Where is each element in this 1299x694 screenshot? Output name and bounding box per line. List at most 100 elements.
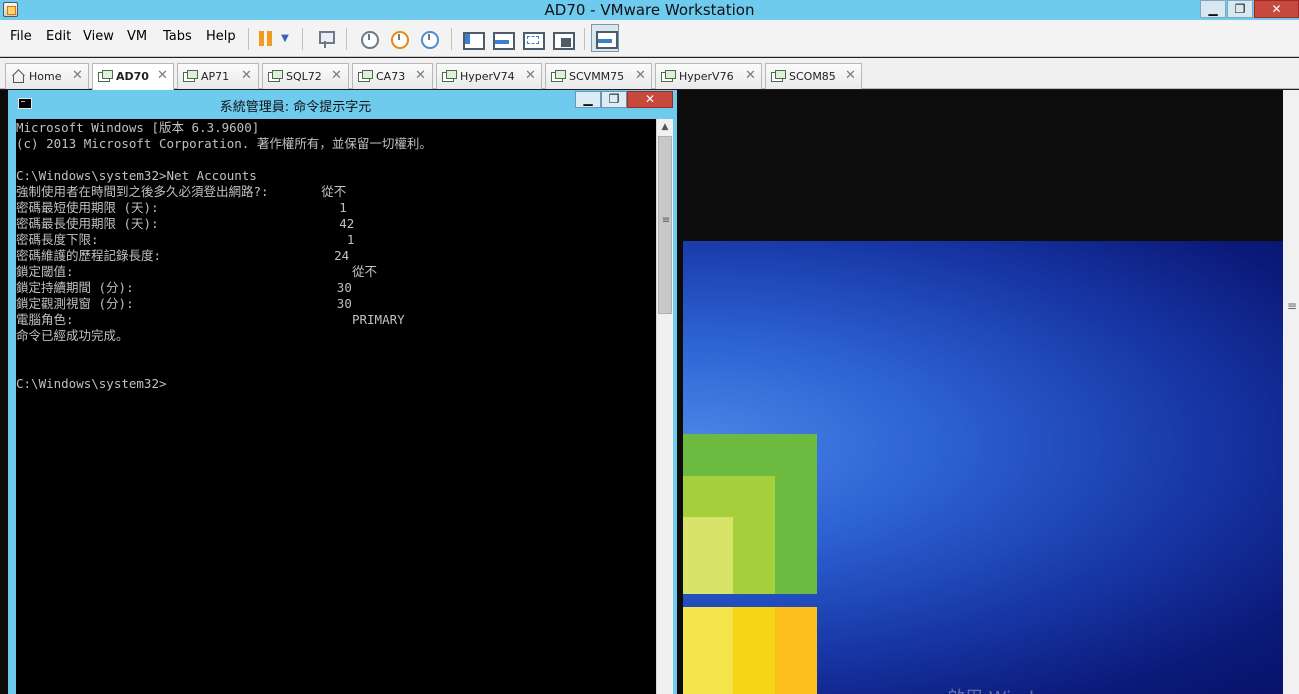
tab-hyperv74[interactable]: HyperV74 ✕ — [436, 63, 542, 89]
cmd-line: 強制使用者在時間到之後多久必須登出網路?: 從不 — [16, 184, 347, 199]
vm-tab-bar: Home ✕ AD70 ✕ AP71 ✕ SQL72 ✕ CA73 ✕ Hype… — [0, 58, 1299, 90]
tab-label: SCVMM75 — [569, 70, 625, 83]
cmd-line: C:\Windows\system32>Net Accounts — [16, 168, 257, 183]
activation-watermark: 啟用 Windows — [947, 684, 1069, 694]
tab-label: AP71 — [201, 70, 230, 83]
cmd-line: Microsoft Windows [版本 6.3.9600] — [16, 120, 260, 135]
menu-view[interactable]: View — [83, 29, 114, 44]
tab-label: HyperV76 — [679, 70, 734, 83]
cmd-line: 密碼長度下限: 1 — [16, 232, 355, 247]
cmd-line: 鎖定閾值: 從不 — [16, 264, 377, 279]
close-tab-icon[interactable]: ✕ — [525, 68, 536, 83]
close-button[interactable]: ✕ — [1254, 0, 1299, 18]
vm-icon — [268, 70, 283, 82]
vm-icon — [771, 70, 786, 82]
menu-edit[interactable]: Edit — [46, 29, 71, 44]
console-right-edge: ≡ — [1283, 90, 1299, 694]
tab-ap71[interactable]: AP71 ✕ — [177, 63, 259, 89]
close-tab-icon[interactable]: ✕ — [241, 68, 252, 83]
window-title: AD70 - VMware Workstation — [544, 1, 755, 19]
menu-tabs[interactable]: Tabs — [163, 29, 192, 44]
full-screen-icon[interactable] — [521, 28, 545, 50]
cmd-line: 密碼最長使用期限 (天): 42 — [16, 216, 355, 231]
cmd-scrollbar[interactable]: ▲ ≡ — [656, 119, 673, 694]
tab-home[interactable]: Home ✕ — [5, 63, 89, 89]
cmd-line — [16, 360, 656, 376]
vm-console[interactable]: 啟用 Windows ≡ 系統管理員: 命令提示字元 ▁ ❐ ✕ Microso… — [0, 90, 1299, 694]
cmd-line: 鎖定持續期間 (分): 30 — [16, 280, 352, 295]
menu-file[interactable]: File — [10, 29, 32, 44]
menu-toolbar: File Edit View VM Tabs Help ▼ — [0, 20, 1299, 57]
scroll-up-icon[interactable]: ▲ — [657, 119, 673, 135]
minimize-button[interactable]: ▁ — [1200, 0, 1226, 18]
vm-icon — [661, 70, 676, 82]
cmd-line: 電腦角色: PRIMARY — [16, 312, 405, 327]
cmd-minimize-button[interactable]: ▁ — [575, 91, 601, 108]
snapshot-icon[interactable] — [358, 28, 380, 50]
tab-hyperv76[interactable]: HyperV76 ✕ — [655, 63, 762, 89]
toolbar-separator — [584, 28, 585, 50]
cmd-line: 命令已經成功完成。 — [16, 328, 129, 343]
cmd-line — [16, 344, 656, 360]
cmd-title: 系統管理員: 命令提示字元 — [219, 100, 372, 115]
library-view-icon[interactable] — [461, 28, 485, 50]
network-icon[interactable] — [315, 28, 337, 50]
console-view-button[interactable] — [591, 24, 619, 52]
grip-icon: ≡ — [661, 215, 671, 226]
cmd-line: C:\Windows\system32> — [16, 376, 167, 391]
tab-sql72[interactable]: SQL72 ✕ — [262, 63, 349, 89]
cmd-line: 密碼最短使用期限 (天): 1 — [16, 200, 347, 215]
vm-icon — [442, 70, 457, 82]
toolbar-separator — [302, 28, 303, 50]
console-view-icon — [594, 27, 618, 49]
tab-ad70[interactable]: AD70 ✕ — [92, 63, 174, 90]
tab-label: SQL72 — [286, 70, 322, 83]
close-tab-icon[interactable]: ✕ — [745, 68, 756, 83]
cmd-window[interactable]: 系統管理員: 命令提示字元 ▁ ❐ ✕ Microsoft Windows [版… — [8, 90, 677, 694]
unity-icon[interactable] — [551, 28, 575, 50]
tab-label: Home — [29, 70, 62, 83]
close-tab-icon[interactable]: ✕ — [72, 68, 83, 83]
cmd-line — [16, 152, 656, 168]
cmd-line: 密碼維護的歷程記錄長度: 24 — [16, 248, 350, 263]
grip-icon: ≡ — [1287, 299, 1298, 313]
cmd-text: Microsoft Windows [版本 6.3.9600] (c) 2013 … — [16, 119, 656, 392]
cmd-close-button[interactable]: ✕ — [627, 91, 673, 108]
close-tab-icon[interactable]: ✕ — [157, 68, 168, 83]
close-tab-icon[interactable]: ✕ — [331, 68, 342, 83]
snapshot-manager-icon[interactable] — [418, 28, 440, 50]
maximize-button[interactable]: ❐ — [1227, 0, 1253, 18]
menu-help[interactable]: Help — [206, 29, 236, 44]
tab-label: SCOM85 — [789, 70, 836, 83]
scroll-thumb[interactable]: ≡ — [658, 136, 672, 314]
cmd-line: (c) 2013 Microsoft Corporation. 著作權所有，並保… — [16, 136, 432, 151]
tab-scom85[interactable]: SCOM85 ✕ — [765, 63, 862, 89]
tab-label: HyperV74 — [460, 70, 515, 83]
windows-logo-tile-pale — [683, 517, 733, 594]
app-title-bar: AD70 - VMware Workstation ▁ ❐ ✕ — [0, 0, 1299, 20]
pause-icon[interactable] — [256, 28, 278, 50]
dropdown-caret-icon[interactable]: ▼ — [278, 28, 292, 50]
tab-label: AD70 — [116, 70, 149, 83]
vm-icon — [183, 70, 198, 82]
cmd-output[interactable]: Microsoft Windows [版本 6.3.9600] (c) 2013 … — [16, 119, 656, 694]
tab-label: CA73 — [376, 70, 406, 83]
tab-ca73[interactable]: CA73 ✕ — [352, 63, 433, 89]
close-tab-icon[interactable]: ✕ — [635, 68, 646, 83]
toolbar-separator — [248, 28, 249, 50]
thumbnail-bar-icon[interactable] — [491, 28, 515, 50]
toolbar-separator — [346, 28, 347, 50]
close-tab-icon[interactable]: ✕ — [415, 68, 426, 83]
home-icon — [11, 70, 25, 83]
toolbar-separator — [451, 28, 452, 50]
close-tab-icon[interactable]: ✕ — [845, 68, 856, 83]
guest-desktop[interactable]: 啟用 Windows — [683, 241, 1283, 694]
vm-icon — [358, 70, 373, 82]
menu-vm[interactable]: VM — [127, 29, 147, 44]
vm-icon — [551, 70, 566, 82]
tab-scvmm75[interactable]: SCVMM75 ✕ — [545, 63, 652, 89]
vm-icon — [98, 70, 113, 82]
cmd-maximize-button[interactable]: ❐ — [601, 91, 627, 108]
cmd-line: 鎖定觀測視窗 (分): 30 — [16, 296, 352, 311]
revert-snapshot-icon[interactable] — [388, 28, 410, 50]
